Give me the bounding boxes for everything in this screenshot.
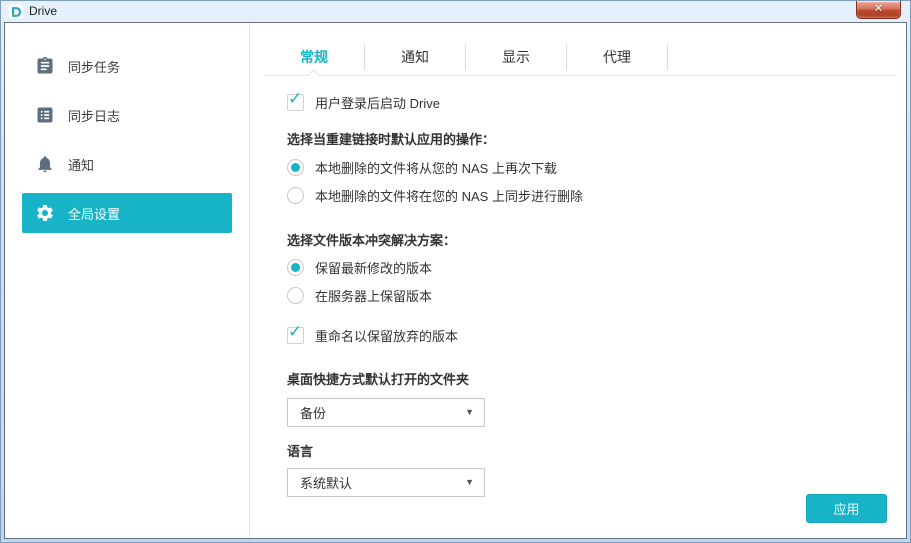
bell-icon: [35, 154, 55, 174]
sidebar-item-global-settings[interactable]: 全局设置: [22, 193, 232, 233]
apply-button[interactable]: 应用: [806, 494, 887, 523]
check-icon: ✓: [288, 90, 302, 107]
relink-option-row: 本地删除的文件将从您的 NAS 上再次下载: [287, 158, 557, 177]
language-label: 语言: [287, 441, 313, 460]
drive-logo-icon: [8, 4, 24, 20]
default-folder-label: 桌面快捷方式默认打开的文件夹: [287, 369, 469, 388]
chevron-down-icon: ▼: [465, 478, 474, 487]
relink-option-row: 本地删除的文件将在您的 NAS 上同步进行删除: [287, 186, 583, 205]
sidebar-item-label: 通知: [68, 155, 94, 174]
conflict-section-title: 选择文件版本冲突解决方案：: [287, 230, 456, 249]
title-bar: Drive ✕: [1, 1, 910, 22]
default-folder-dropdown[interactable]: 备份 ▼: [287, 398, 485, 427]
autostart-label: 用户登录后启动 Drive: [315, 93, 440, 112]
tab-bar: 常规 通知 显示 代理: [264, 39, 668, 75]
sidebar-item-label: 同步任务: [68, 57, 120, 76]
settings-pane: 常规 通知 显示 代理 ✓ 用户登录后启动 Drive 选择当重建链接时默认应用…: [250, 23, 906, 538]
rename-keep-label: 重命名以保留放弃的版本: [315, 326, 458, 345]
sidebar-item-sync-tasks[interactable]: 同步任务: [22, 46, 232, 86]
drive-settings-window: Drive ✕ 同步任务 同步日志 通知: [0, 0, 911, 543]
relink-syncdelete-label: 本地删除的文件将在您的 NAS 上同步进行删除: [315, 186, 583, 205]
language-value: 系统默认: [300, 473, 465, 492]
close-icon: ✕: [874, 4, 883, 15]
gear-icon: [35, 203, 55, 223]
relink-syncdelete-radio[interactable]: [287, 187, 304, 204]
sidebar-item-notifications[interactable]: 通知: [22, 144, 232, 184]
autostart-checkbox[interactable]: ✓: [287, 94, 304, 111]
default-folder-value: 备份: [300, 403, 465, 422]
tab-underline: [264, 75, 896, 76]
sidebar: 同步任务 同步日志 通知 全局设置: [5, 23, 250, 538]
relink-redownload-label: 本地删除的文件将从您的 NAS 上再次下载: [315, 158, 557, 177]
sidebar-item-label: 同步日志: [68, 106, 120, 125]
sidebar-item-sync-log[interactable]: 同步日志: [22, 95, 232, 135]
conflict-option-row: 在服务器上保留版本: [287, 286, 432, 305]
radio-dot-icon: [291, 263, 300, 272]
check-icon: ✓: [288, 323, 302, 340]
conflict-keep-server-radio[interactable]: [287, 287, 304, 304]
conflict-keep-server-label: 在服务器上保留版本: [315, 286, 432, 305]
language-dropdown[interactable]: 系统默认 ▼: [287, 468, 485, 497]
relink-redownload-radio[interactable]: [287, 159, 304, 176]
client-area: 同步任务 同步日志 通知 全局设置: [4, 22, 907, 539]
log-icon: [35, 105, 55, 125]
rename-keep-checkbox[interactable]: ✓: [287, 327, 304, 344]
clipboard-icon: [35, 56, 55, 76]
close-button[interactable]: ✕: [856, 1, 901, 19]
autostart-row: ✓ 用户登录后启动 Drive: [287, 93, 440, 112]
tab-separator: [667, 44, 668, 70]
rename-keep-row: ✓ 重命名以保留放弃的版本: [287, 326, 458, 345]
tab-display[interactable]: 显示: [466, 39, 566, 75]
window-title: Drive: [29, 1, 57, 22]
sidebar-item-label: 全局设置: [68, 204, 120, 223]
conflict-keep-latest-label: 保留最新修改的版本: [315, 258, 432, 277]
tab-notification[interactable]: 通知: [365, 39, 465, 75]
conflict-keep-latest-radio[interactable]: [287, 259, 304, 276]
radio-dot-icon: [291, 163, 300, 172]
conflict-option-row: 保留最新修改的版本: [287, 258, 432, 277]
tab-proxy[interactable]: 代理: [567, 39, 667, 75]
chevron-down-icon: ▼: [465, 408, 474, 417]
relink-section-title: 选择当重建链接时默认应用的操作：: [287, 129, 495, 148]
